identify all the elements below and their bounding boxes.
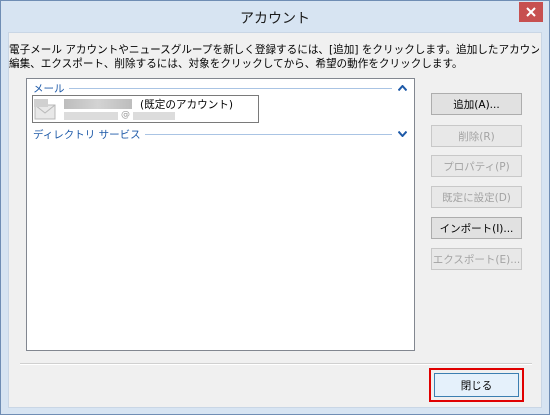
close-icon xyxy=(519,2,543,22)
close-button[interactable]: 閉じる xyxy=(434,373,519,397)
dialog-body: 電子メール アカウントやニュースグループを新しく登録するには、[追加] をクリッ… xyxy=(8,32,542,408)
set-default-button[interactable]: 既定に設定(D) xyxy=(431,186,522,208)
account-name-redacted xyxy=(64,99,132,109)
instructions-line-1: 電子メール アカウントやニュースグループを新しく登録するには、[追加] をクリッ… xyxy=(9,44,539,56)
instructions-text: 電子メール アカウントやニュースグループを新しく登録するには、[追加] をクリッ… xyxy=(9,43,539,71)
group-header-directory[interactable]: ディレクトリ サービス xyxy=(33,127,407,141)
group-divider xyxy=(144,133,392,135)
window-close-button[interactable] xyxy=(519,2,543,22)
account-email-user-redacted xyxy=(64,112,118,120)
accounts-dialog: アカウント 電子メール アカウントやニュースグループを新しく登録するには、[追加… xyxy=(0,0,550,415)
title-bar[interactable]: アカウント xyxy=(1,1,549,31)
remove-button[interactable]: 削除(R) xyxy=(431,125,522,147)
close-button-highlight: 閉じる xyxy=(429,368,524,402)
account-list[interactable]: メール (既定のアカウント) @ ディレクトリ サービス xyxy=(26,78,415,351)
chevron-up-icon[interactable] xyxy=(398,84,407,93)
account-default-label: (既定のアカウント) xyxy=(140,99,234,111)
account-email-domain-redacted xyxy=(133,112,175,120)
add-button[interactable]: 追加(A)... xyxy=(431,93,522,115)
import-button[interactable]: インポート(I)... xyxy=(431,217,522,239)
mail-envelope-icon xyxy=(34,99,60,121)
properties-button[interactable]: プロパティ(P) xyxy=(431,155,522,177)
group-divider xyxy=(68,87,392,89)
export-button[interactable]: エクスポート(E)... xyxy=(431,248,522,270)
window-title: アカウント xyxy=(240,11,310,27)
footer-divider xyxy=(20,363,532,365)
chevron-down-icon[interactable] xyxy=(398,130,407,139)
instructions-line-2: 編集、エクスポート、削除するには、対象をクリックしてから、希望の動作をクリックし… xyxy=(9,58,463,70)
group-label-mail: メール xyxy=(33,82,65,95)
group-header-mail[interactable]: メール xyxy=(33,81,407,95)
group-label-directory: ディレクトリ サービス xyxy=(33,128,141,141)
account-email-at: @ xyxy=(121,110,130,120)
account-list-item[interactable]: (既定のアカウント) @ xyxy=(32,95,259,123)
